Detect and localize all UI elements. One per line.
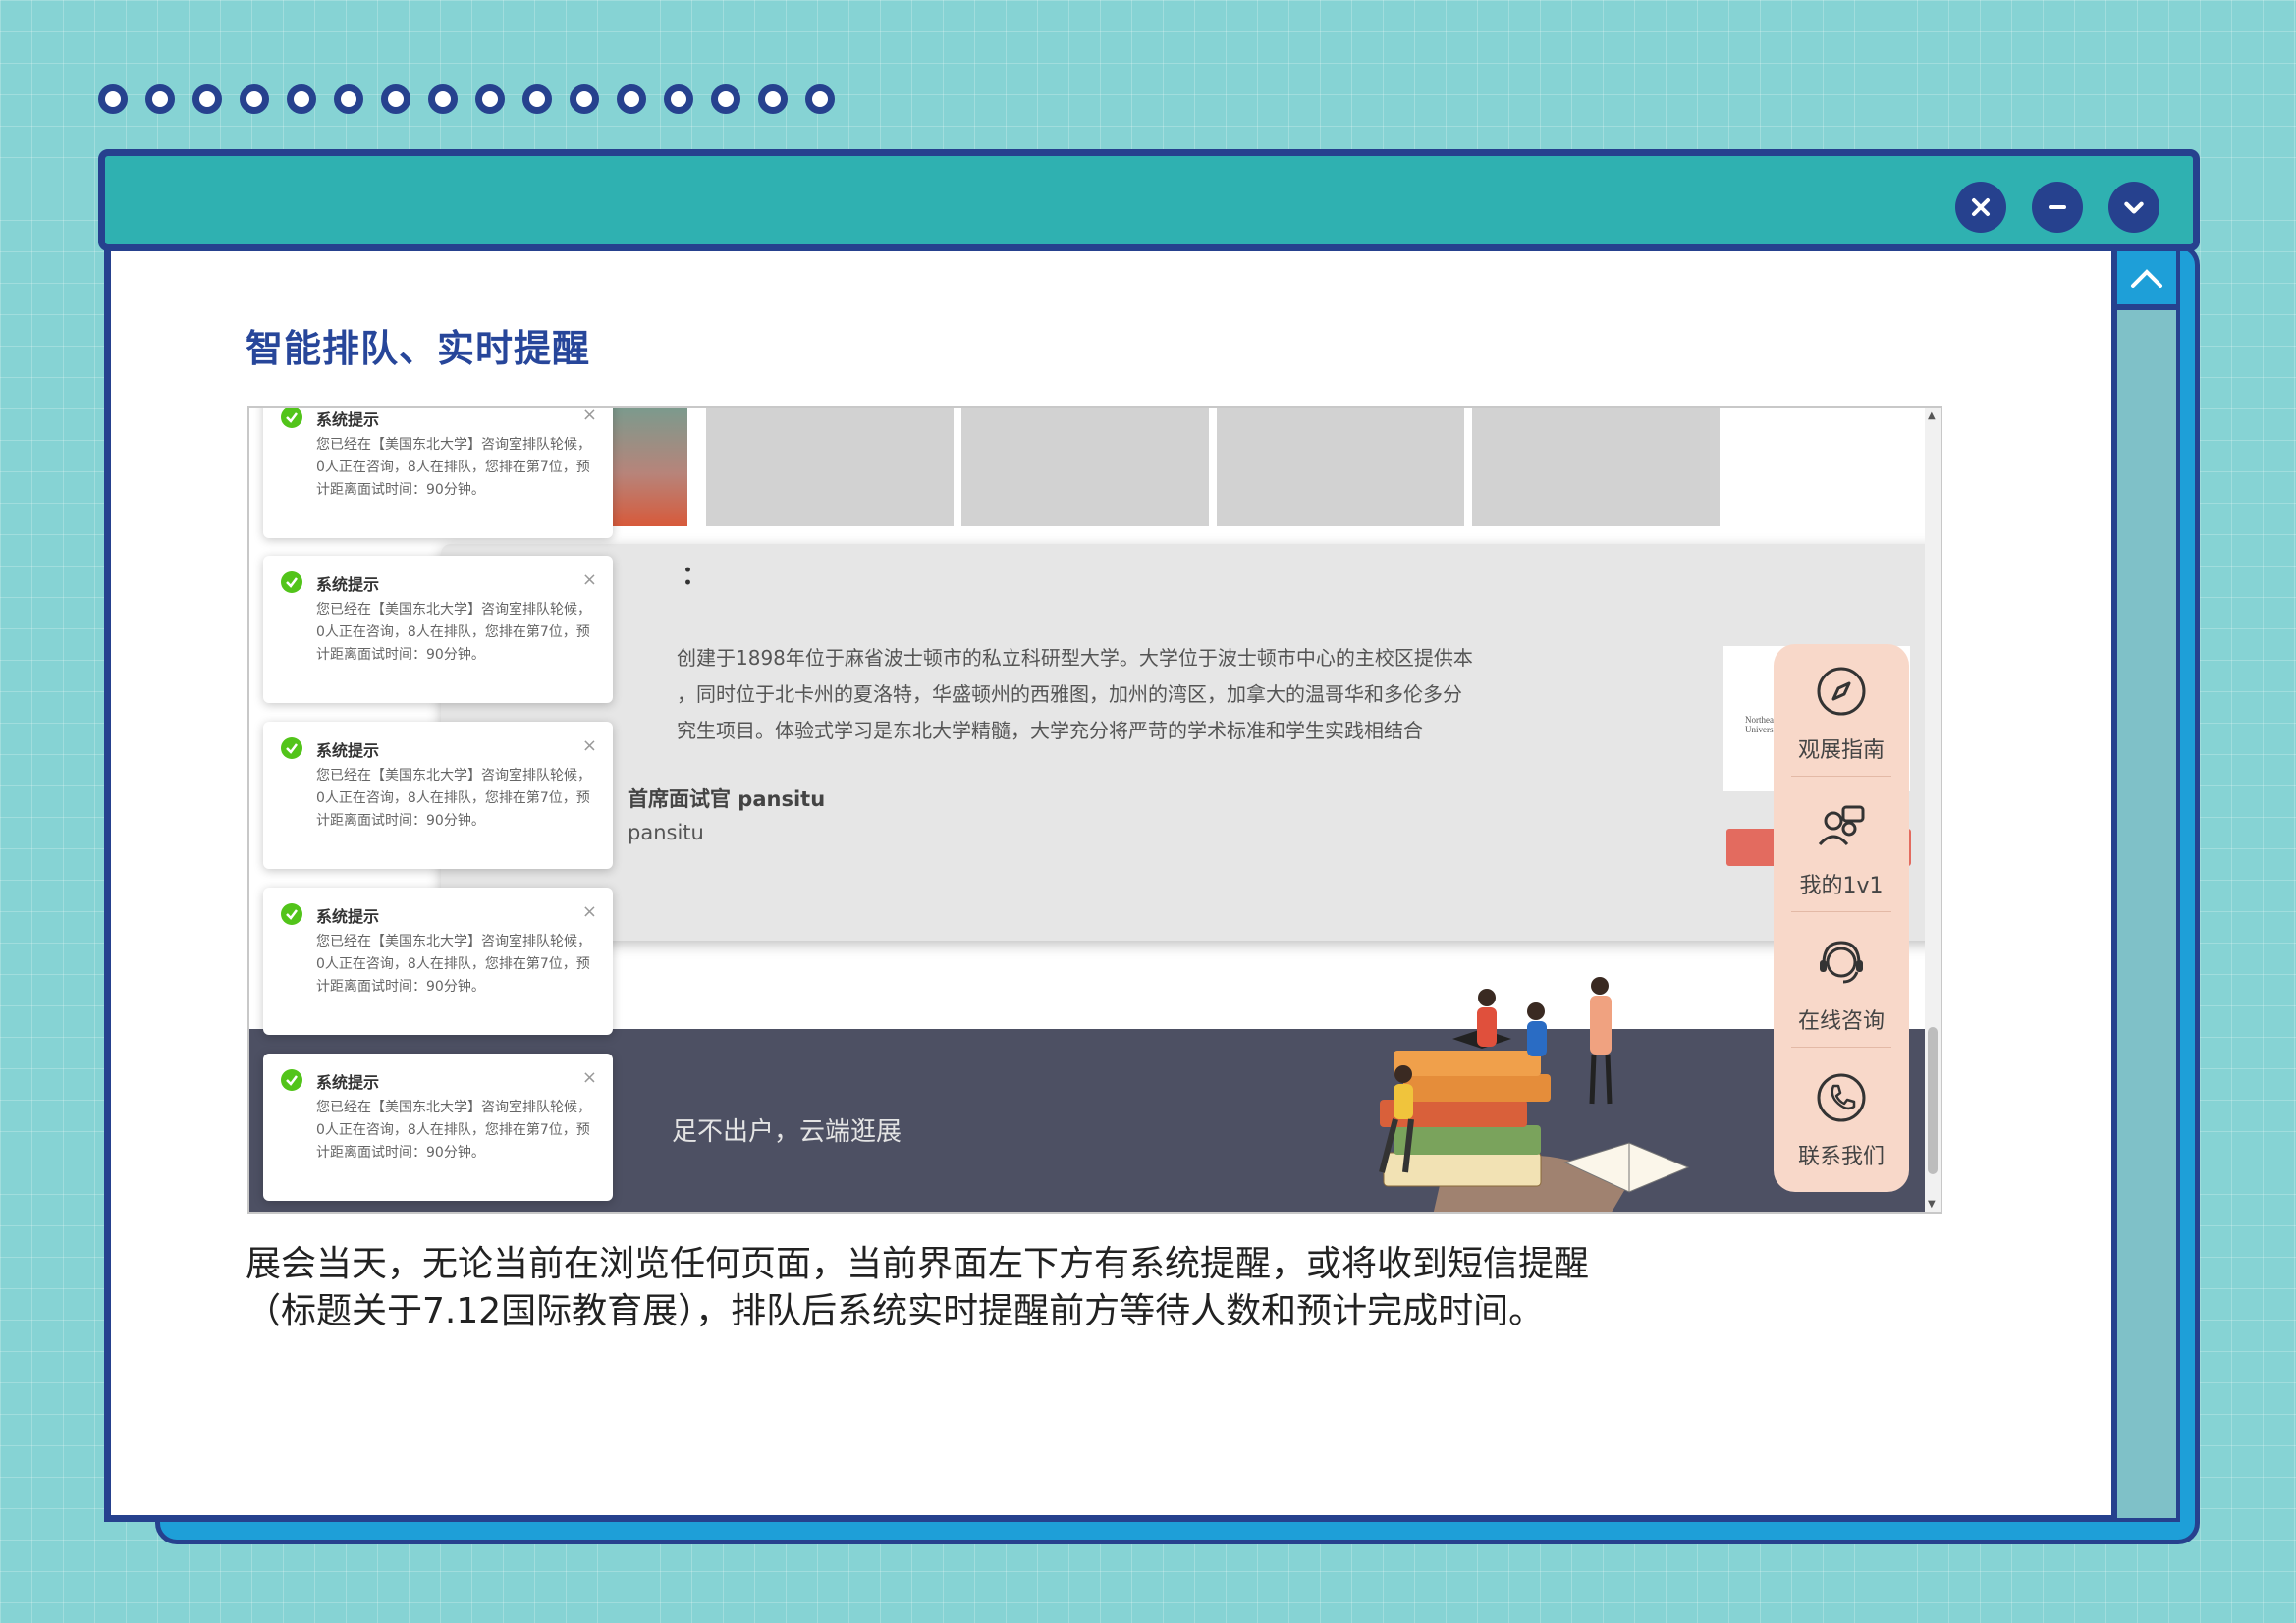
decorative-dot (570, 84, 599, 114)
embedded-scrollbar[interactable]: ▲ ▼ (1925, 408, 1941, 1212)
minus-icon (2049, 205, 2066, 209)
thumbnail[interactable] (706, 408, 954, 526)
notification-message: 您已经在【美国东北大学】咨询室排队轮候，0人正在咨询，8人在排队，您排在第7位，… (316, 1100, 591, 1161)
thumbnail[interactable] (1472, 408, 1720, 526)
notification-message: 您已经在【美国东北大学】咨询室排队轮候，0人正在咨询，8人在排队，您排在第7位，… (316, 437, 591, 498)
system-notification: 系统提示 × 您已经在【美国东北大学】咨询室排队轮候，0人正在咨询，8人在排队，… (263, 556, 613, 703)
expand-button[interactable] (2108, 182, 2159, 233)
notification-title: 系统提示 (316, 907, 380, 926)
decorative-dot (711, 84, 740, 114)
scroll-up-arrow-icon[interactable]: ▲ (1928, 410, 1936, 421)
check-circle-icon (281, 903, 302, 925)
check-circle-icon (281, 737, 302, 759)
window-scrollbar[interactable] (2111, 251, 2176, 1518)
system-notification: 系统提示 × 您已经在【美国东北大学】咨询室排队轮候，0人正在咨询，8人在排队，… (263, 722, 613, 869)
notification-message: 您已经在【美国东北大学】咨询室排队轮候，0人正在咨询，8人在排队，您排在第7位，… (316, 602, 591, 663)
interviewer-name: pansitu (628, 821, 704, 844)
campus-photo (603, 408, 687, 526)
scroll-down-arrow-icon[interactable]: ▼ (1928, 1199, 1936, 1210)
check-circle-icon (281, 571, 302, 593)
caption-line: （标题关于7.12国际教育展），排队后系统实时提醒前方等待人数和预计完成时间。 (246, 1291, 1545, 1331)
users-chat-icon (1818, 805, 1865, 846)
close-button[interactable] (1955, 182, 2006, 233)
close-icon[interactable]: × (582, 901, 597, 922)
side-menu-item-guide[interactable]: 观展指南 (1774, 644, 1909, 772)
side-menu-label: 在线咨询 (1797, 1009, 1885, 1034)
minimize-button[interactable] (2032, 182, 2083, 233)
system-notification: 系统提示 × 您已经在【美国东北大学】咨询室排队轮候，0人正在咨询，8人在排队，… (263, 888, 613, 1035)
decorative-dot (192, 84, 222, 114)
decorative-dot (334, 84, 363, 114)
window-titlebar (98, 149, 2200, 251)
notification-title: 系统提示 (316, 1073, 380, 1092)
system-notification: 系统提示 × 您已经在【美国东北大学】咨询室排队轮候，0人正在咨询，8人在排队，… (263, 1054, 613, 1201)
close-icon[interactable]: × (582, 569, 597, 590)
decorative-dot (287, 84, 316, 114)
thumbnail[interactable] (1217, 408, 1464, 526)
side-menu-item-1v1[interactable]: 我的1v1 (1774, 780, 1909, 907)
decorative-dot (428, 84, 458, 114)
decorative-dot (617, 84, 646, 114)
decorative-dot (664, 84, 693, 114)
decorative-dot (98, 84, 128, 114)
thumbnail[interactable] (961, 408, 1209, 526)
decorative-dot (805, 84, 835, 114)
decorative-dot (145, 84, 175, 114)
notification-title: 系统提示 (316, 410, 380, 429)
students-books-illustration (1379, 977, 1690, 1212)
scroll-up-button[interactable] (2117, 251, 2176, 310)
divider (1791, 911, 1891, 912)
decorative-dots (98, 84, 835, 114)
phone-icon (1817, 1073, 1866, 1122)
notification-message: 您已经在【美国东北大学】咨询室排队轮候，0人正在咨询，8人在排队，您排在第7位，… (316, 768, 591, 829)
decorative-dot (381, 84, 410, 114)
compass-icon (1817, 667, 1866, 716)
close-icon (1972, 198, 1990, 216)
chevron-up-icon (2131, 269, 2162, 288)
close-icon[interactable]: × (582, 735, 597, 756)
close-icon[interactable]: × (582, 408, 597, 425)
chevron-down-icon (2124, 201, 2144, 214)
check-circle-icon (281, 1069, 302, 1091)
decorative-dot (240, 84, 269, 114)
university-card: ： 创建于1898年位于麻省波士顿市的私立科研型大学。大学位于波士顿市中心的主校… (441, 544, 1941, 941)
check-circle-icon (281, 408, 302, 428)
headset-icon (1820, 941, 1863, 984)
side-menu: 观展指南 我的1v1 在线咨询 联系我们 (1774, 644, 1909, 1192)
decorative-dot (522, 84, 552, 114)
close-icon[interactable]: × (582, 1067, 597, 1088)
side-menu-label: 观展指南 (1797, 738, 1885, 763)
divider (1791, 776, 1891, 777)
scrollbar-thumb[interactable] (1928, 1027, 1938, 1174)
divider (1791, 1047, 1891, 1048)
card-description-line: ，同时位于北卡州的夏洛特，华盛顿州的西雅图，加州的湾区，加拿大的温哥华和多伦多分 (677, 682, 1462, 706)
system-notification: 系统提示 × 您已经在【美国东北大学】咨询室排队轮候，0人正在咨询，8人在排队，… (263, 408, 613, 538)
card-description-line: 究生项目。体验式学习是东北大学精髓，大学充分将严苛的学术标准和学生实践相结合 (677, 719, 1423, 742)
side-menu-item-contact[interactable]: 联系我们 (1774, 1051, 1909, 1178)
embedded-screenshot: ： 创建于1898年位于麻省波士顿市的私立科研型大学。大学位于波士顿市中心的主校… (247, 406, 1942, 1214)
side-menu-item-consult[interactable]: 在线咨询 (1774, 915, 1909, 1043)
interviewer-title: 首席面试官 pansitu (628, 787, 826, 811)
notification-title: 系统提示 (316, 741, 380, 760)
notification-message: 您已经在【美国东北大学】咨询室排队轮候，0人正在咨询，8人在排队，您排在第7位，… (316, 934, 591, 995)
decorative-dot (475, 84, 505, 114)
side-menu-label: 我的1v1 (1799, 874, 1884, 898)
card-description-line: 创建于1898年位于麻省波士顿市的私立科研型大学。大学位于波士顿市中心的主校区提… (677, 646, 1473, 670)
notification-title: 系统提示 (316, 575, 380, 594)
footer-slogan: 足不出户，云端逛展 (672, 1117, 902, 1147)
card-heading-fragment: ： (682, 562, 708, 591)
page-title: 智能排队、实时提醒 (246, 327, 591, 370)
caption-line: 展会当天，无论当前在浏览任何页面，当前界面左下方有系统提醒，或将收到短信提醒 (246, 1244, 1590, 1284)
side-menu-label: 联系我们 (1797, 1145, 1885, 1169)
caption: 展会当天，无论当前在浏览任何页面，当前界面左下方有系统提醒，或将收到短信提醒 （… (246, 1241, 1589, 1335)
decorative-dot (758, 84, 788, 114)
